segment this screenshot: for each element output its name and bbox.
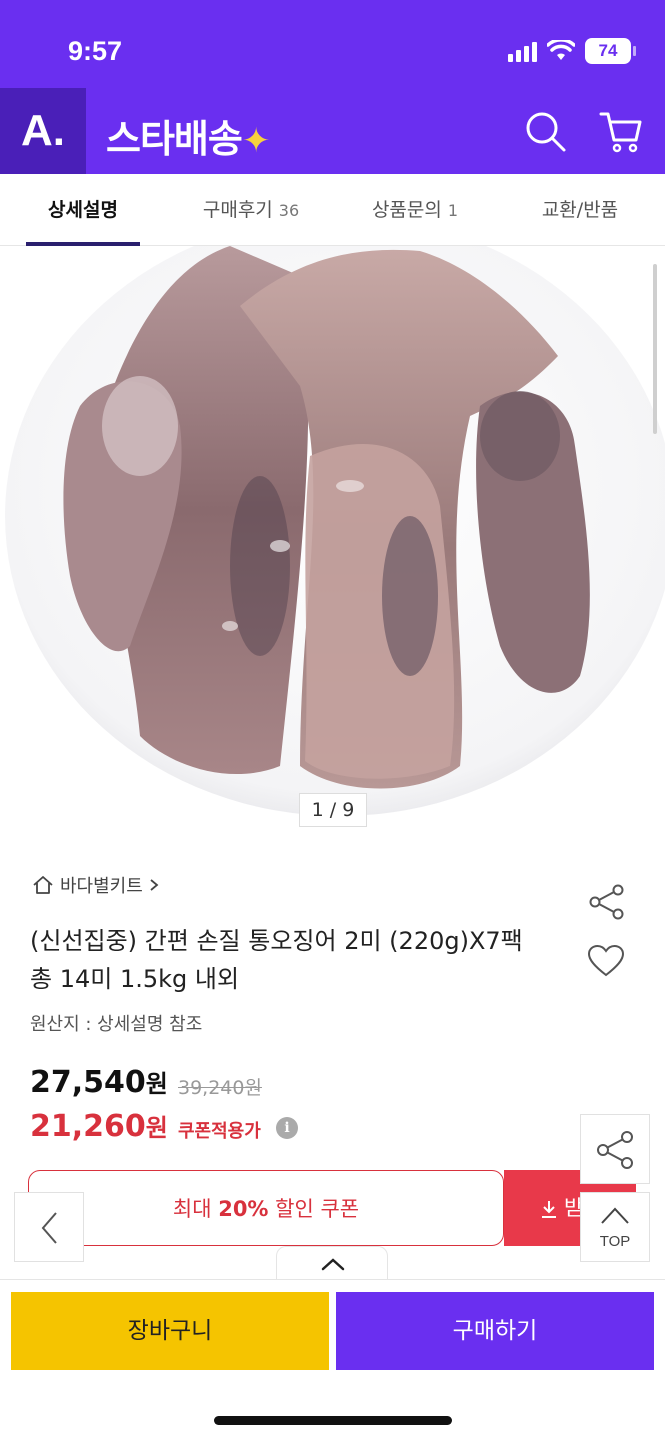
share-icon xyxy=(597,1131,633,1169)
seller-link[interactable]: 바다별키트 xyxy=(32,872,159,898)
home-icon xyxy=(33,876,53,894)
detail-tabs: 상세설명 구매후기 36 상품문의 1 교환/반품 xyxy=(0,174,665,246)
sale-price-value: 27,540 xyxy=(30,1065,146,1100)
coupon-price-unit: 원 xyxy=(145,1114,168,1142)
purchase-bar: 장바구니 구매하기 xyxy=(0,1279,665,1440)
heart-icon[interactable] xyxy=(587,944,625,978)
tab-count: 1 xyxy=(447,201,459,220)
product-image[interactable] xyxy=(0,246,665,836)
battery-icon: 74 xyxy=(585,38,636,64)
coupon-suffix: 할인 쿠폰 xyxy=(268,1197,360,1221)
product-title: (신선집중) 간편 손질 통오징어 2미 (220g)X7팩 총 14미 1.5… xyxy=(30,927,523,993)
expand-sheet-handle[interactable] xyxy=(276,1246,388,1280)
share-icon[interactable] xyxy=(588,884,626,920)
tab-exchange-return[interactable]: 교환/반품 xyxy=(520,174,640,246)
top-label: TOP xyxy=(599,1233,631,1250)
app-header: 9:57 74 A. 스타배송✦ xyxy=(0,0,665,174)
tab-label: 교환/반품 xyxy=(541,199,619,221)
back-button[interactable] xyxy=(14,1192,84,1262)
scroll-top-button[interactable]: TOP xyxy=(580,1192,650,1262)
product-page: 9:57 74 A. 스타배송✦ 상세설명 구매후기 36 상품문의 1 교환/… xyxy=(0,0,665,1440)
status-time: 9:57 xyxy=(68,36,123,66)
coupon-banner[interactable]: 최대 20% 할인 쿠폰 xyxy=(28,1170,504,1246)
tab-inquiries[interactable]: 상품문의 1 xyxy=(350,174,480,246)
status-icons: 74 xyxy=(508,38,636,64)
wifi-icon xyxy=(547,40,575,60)
coupon-price-label: 쿠폰적용가 xyxy=(178,1121,261,1142)
app-logo[interactable]: A. xyxy=(0,88,86,174)
coupon-prefix: 최대 xyxy=(172,1197,219,1221)
signal-icon xyxy=(508,40,537,62)
sale-price: 27,540원 xyxy=(30,1064,168,1100)
search-icon[interactable] xyxy=(522,108,568,154)
chevron-left-icon xyxy=(41,1212,57,1244)
info-icon[interactable]: i xyxy=(276,1117,298,1139)
scroll-indicator xyxy=(653,264,657,434)
chevron-right-icon xyxy=(150,879,159,891)
coupon-price-value: 21,260 xyxy=(30,1109,146,1144)
tab-reviews[interactable]: 구매후기 36 xyxy=(176,174,326,246)
image-counter: 1 / 9 xyxy=(299,793,367,827)
floating-share-button[interactable] xyxy=(580,1114,650,1184)
chevron-up-icon xyxy=(601,1207,629,1224)
home-indicator xyxy=(214,1416,452,1425)
brand-text: 스타배송 xyxy=(106,117,243,161)
sparkle-icon: ✦ xyxy=(241,121,270,161)
brand-title[interactable]: 스타배송✦ xyxy=(106,108,270,163)
squid-photo xyxy=(5,246,665,816)
chevron-up-icon xyxy=(321,1258,345,1271)
buy-now-button[interactable]: 구매하기 xyxy=(336,1292,654,1370)
tab-label: 상품문의 xyxy=(371,199,442,221)
download-icon xyxy=(542,1201,556,1218)
cart-icon[interactable] xyxy=(598,108,644,154)
original-price: 39,240원 xyxy=(178,1077,262,1099)
seller-name: 바다별키트 xyxy=(60,876,143,897)
tab-label: 상세설명 xyxy=(48,199,118,221)
coupon-price: 21,260원 xyxy=(30,1108,168,1144)
product-origin: 원산지 : 상세설명 참조 xyxy=(30,1014,203,1035)
add-to-cart-button[interactable]: 장바구니 xyxy=(11,1292,329,1370)
coupon-percent: 20% xyxy=(218,1197,269,1221)
sale-price-unit: 원 xyxy=(145,1070,168,1098)
tab-count: 36 xyxy=(278,201,300,220)
tab-label: 구매후기 xyxy=(202,199,273,221)
tab-description[interactable]: 상세설명 xyxy=(26,174,140,246)
